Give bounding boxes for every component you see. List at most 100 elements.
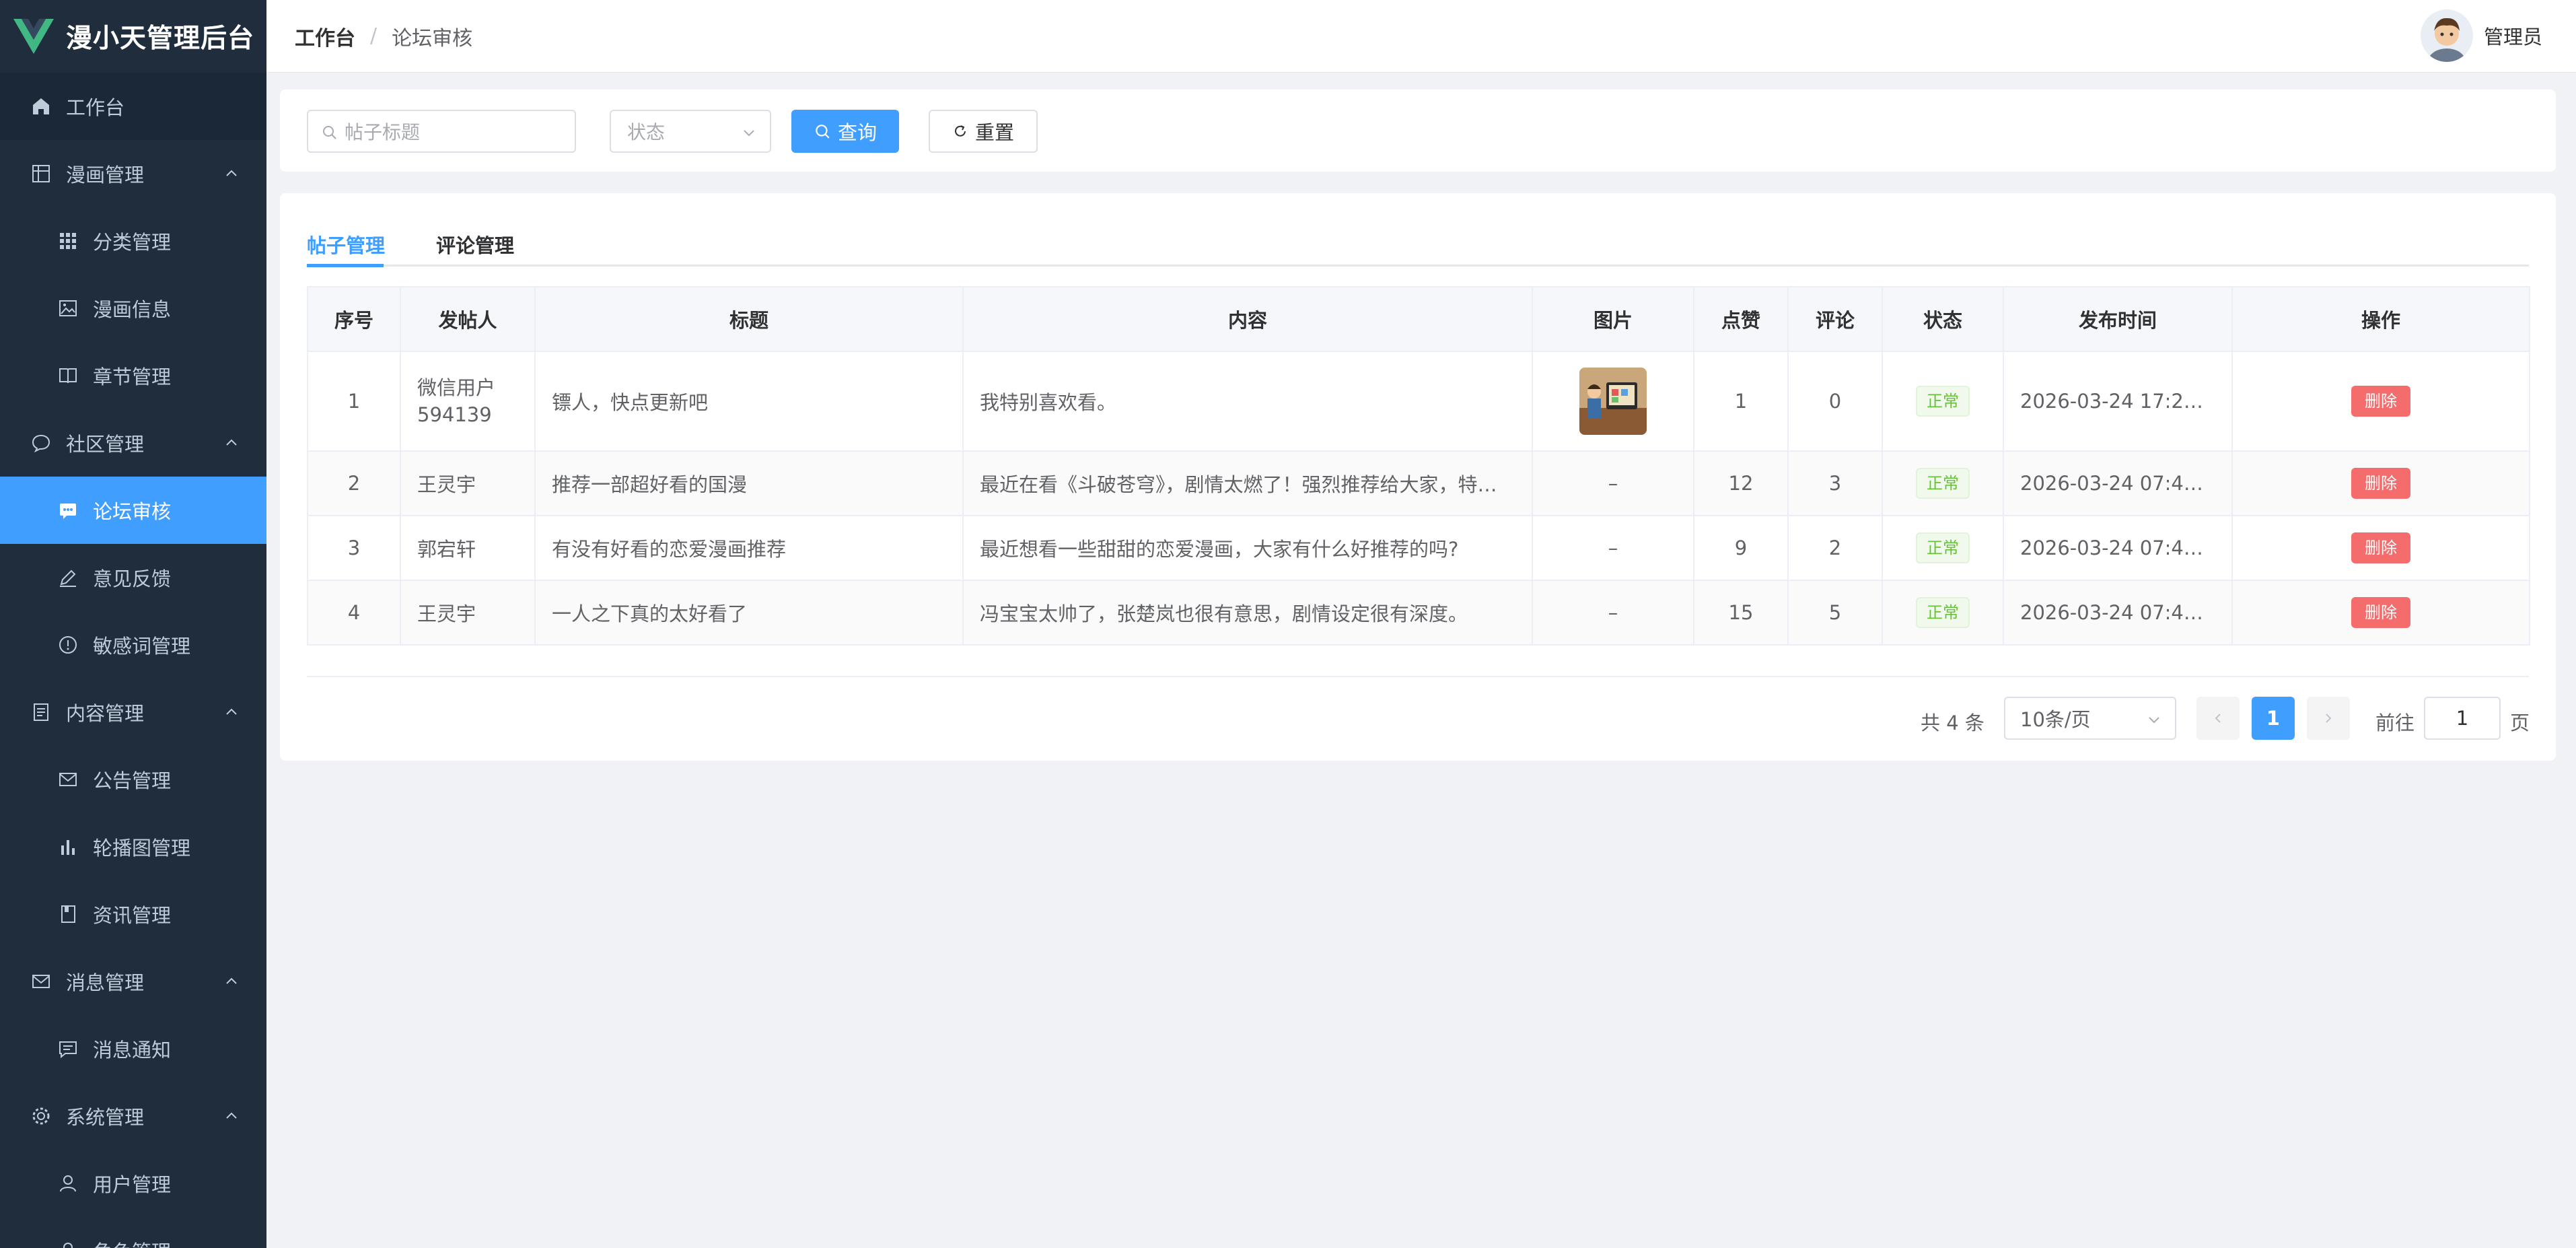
sidebar-item-4[interactable]: 章节管理 (0, 342, 266, 409)
sidebar-item-16[interactable]: 用户管理 (0, 1150, 266, 1217)
warning-circle-icon (57, 633, 79, 656)
delete-button[interactable]: 删除 (2351, 386, 2410, 417)
sidebar-item-label: 资讯管理 (93, 904, 172, 927)
column-header: 状态 (1882, 286, 2004, 352)
sidebar-item-label: 工作台 (66, 96, 125, 119)
row-image-empty: – (1608, 536, 1618, 559)
reset-button[interactable]: 重置 (929, 110, 1038, 153)
column-header: 序号 (307, 286, 401, 352)
sidebar-item-label: 消息管理 (66, 971, 145, 994)
row-content: 最近想看一些甜甜的恋爱漫画，大家有什么好推荐的吗? (980, 538, 1459, 561)
sidebar-item-label: 轮播图管理 (93, 837, 191, 860)
sidebar-item-5[interactable]: 社区管理 (0, 409, 266, 477)
search-icon (323, 126, 336, 139)
page-size-value: 10条/页 (2020, 708, 2091, 731)
avatar[interactable] (2420, 9, 2473, 62)
refresh-icon (955, 125, 966, 137)
sidebar-item-label: 公告管理 (93, 769, 172, 792)
row-content: 我特别喜欢看。 (980, 391, 1117, 414)
sidebar-item-13[interactable]: 消息管理 (0, 948, 266, 1015)
page-size-select[interactable]: 10条/页 (2004, 697, 2176, 740)
delete-button[interactable]: 删除 (2351, 532, 2410, 563)
sidebar-item-label: 用户管理 (93, 1173, 172, 1196)
sidebar-item-1[interactable]: 漫画管理 (0, 140, 266, 207)
row-index: 3 (347, 536, 361, 559)
goto-page-input[interactable]: 1 (2424, 697, 2501, 740)
sidebar-menu: 工作台漫画管理 分类管理 漫画信息 章节管理 社区管理 论坛审核 意见反馈敏感词管理内容管理… (0, 73, 266, 1248)
sidebar-item-label: 角色管理 (93, 1237, 171, 1248)
row-content: 最近在看《斗破苍穹》，剧情太燃了！强烈推荐给大家，特别喜欢萧炎的成长故事。 (980, 473, 1532, 496)
page-1-button[interactable]: 1 (2252, 697, 2295, 740)
sidebar-item-7[interactable]: 意见反馈 (0, 544, 266, 611)
sidebar: 漫小天管理后台 工作台漫画管理 分类管理 漫画信息 章节管理 社区管理 论坛审核 意见反馈敏… (0, 0, 266, 1248)
delete-button[interactable]: 删除 (2351, 597, 2410, 628)
column-header: 内容 (962, 286, 1533, 352)
sidebar-item-label: 内容管理 (66, 702, 145, 725)
title-search-placeholder: 帖子标题 (345, 121, 421, 143)
chevron-down-icon (2149, 717, 2159, 724)
sidebar-item-14[interactable]: 消息通知 (0, 1015, 266, 1082)
breadcrumb-home[interactable]: 工作台 (295, 22, 355, 51)
breadcrumb-separator: / (370, 24, 378, 48)
sidebar-item-2[interactable]: 分类管理 (0, 207, 266, 275)
row-time: 2026-03-24 07:41:51 (2020, 472, 2227, 495)
status-select[interactable]: 状态 (610, 110, 771, 153)
status-badge: 正常 (1916, 532, 1970, 563)
page-suffix-label: 页 (2510, 712, 2530, 734)
column-header: 发帖人 (400, 286, 536, 352)
sidebar-item-12[interactable]: 资讯管理 (0, 880, 266, 948)
query-button[interactable]: 查询 (791, 110, 899, 153)
sidebar-item-15[interactable]: 系统管理 (0, 1082, 266, 1150)
table-bottom-divider (307, 676, 2529, 677)
row-index: 4 (347, 601, 361, 624)
app-title: 漫小天管理后台 (66, 24, 255, 54)
sidebar-item-10[interactable]: 公告管理 (0, 746, 266, 813)
table-row: 2 王灵宇 推荐一部超好看的国漫 最近在看《斗破苍穹》，剧情太燃了！强烈推荐给大家，特… (307, 450, 2530, 516)
row-title: 推荐一部超好看的国漫 (552, 473, 748, 496)
bar-chart-icon (57, 835, 79, 858)
next-page-button[interactable] (2307, 697, 2350, 740)
notebook-icon (57, 903, 79, 926)
row-likes: 12 (1728, 472, 1754, 495)
chevron-up-icon (226, 439, 237, 446)
row-comments: 3 (1828, 472, 1842, 495)
row-time: 2026-03-24 17:28:47 (2020, 390, 2227, 413)
row-index: 1 (347, 390, 361, 413)
row-time: 2026-03-24 07:41:51 (2020, 536, 2227, 559)
tab-posts[interactable]: 帖子管理 (307, 230, 385, 258)
header: 工作台 / 论坛审核 管理员 (266, 0, 2576, 73)
sidebar-item-6[interactable]: 论坛审核 (0, 477, 266, 544)
message-icon (30, 970, 52, 993)
sidebar-item-label: 敏感词管理 (93, 635, 191, 658)
column-header: 标题 (534, 286, 964, 352)
user-menu[interactable]: 管理员 (2420, 9, 2542, 62)
delete-button[interactable]: 删除 (2351, 468, 2410, 499)
table-header-row: 序号 发帖人 标题 内容 图片 点赞 评论 状态 发布时间 操作 (307, 286, 2530, 352)
column-header: 图片 (1532, 286, 1694, 352)
sidebar-item-8[interactable]: 敏感词管理 (0, 611, 266, 679)
active-tab-indicator (307, 264, 384, 267)
tab-comments[interactable]: 评论管理 (436, 230, 514, 258)
sidebar-item-0[interactable]: 工作台 (0, 73, 266, 140)
table-body: 1 微信用户 594139 镖人，快点更新吧 我特别喜欢看。 1 0 正常 2026-03-24… (307, 351, 2530, 646)
row-author: 王灵宇 (417, 602, 476, 625)
row-image-empty: – (1608, 601, 1618, 624)
row-time: 2026-03-24 07:41:51 (2020, 601, 2227, 624)
sidebar-item-3[interactable]: 漫画信息 (0, 275, 266, 342)
status-badge: 正常 (1916, 386, 1970, 417)
sidebar-item-9[interactable]: 内容管理 (0, 679, 266, 746)
book-icon (57, 364, 79, 387)
prev-page-button[interactable] (2196, 697, 2240, 740)
row-index: 2 (347, 472, 361, 495)
post-image-thumbnail[interactable] (1579, 368, 1647, 435)
row-title: 有没有好看的恋爱漫画推荐 (552, 538, 787, 561)
user-icon (57, 1239, 79, 1248)
home-icon (30, 95, 52, 118)
sidebar-item-label: 消息通知 (93, 1039, 172, 1062)
row-likes: 1 (1734, 390, 1748, 413)
title-search-input[interactable]: 帖子标题 (307, 110, 576, 153)
status-badge: 正常 (1916, 468, 1970, 499)
row-title: 镖人，快点更新吧 (552, 391, 709, 414)
sidebar-item-11[interactable]: 轮播图管理 (0, 813, 266, 880)
sidebar-item-17[interactable]: 角色管理 (0, 1217, 266, 1248)
